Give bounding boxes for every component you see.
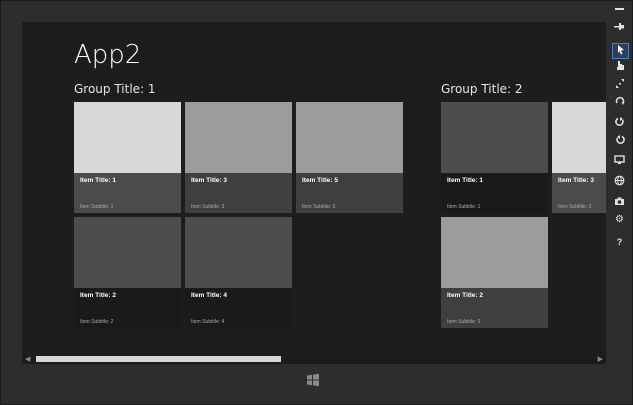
item-title: Item Title: 5 [302, 177, 339, 184]
help-icon[interactable]: ? [612, 235, 627, 249]
item-subtitle: Item Subtitle: 1 [447, 204, 481, 210]
windows-start-button[interactable] [306, 373, 320, 387]
globe-icon[interactable] [612, 175, 627, 189]
item-tile-g2-3[interactable]: Item Title: 3 Item Subtitle: 3 [552, 102, 606, 213]
item-image [185, 102, 292, 173]
pinch-icon[interactable] [612, 78, 627, 92]
item-title: Item Title: 3 [558, 177, 595, 184]
item-image [441, 217, 548, 288]
item-image [441, 102, 548, 173]
horizontal-scrollbar[interactable]: ◀ ▶ [22, 355, 606, 364]
item-title: Item Title: 4 [191, 292, 228, 299]
item-title: Item Title: 2 [80, 292, 117, 299]
item-tile-g2-1[interactable]: Item Title: 1 Item Subtitle: 1 [441, 102, 548, 213]
item-tile-g1-3[interactable]: Item Title: 3 Item Subtitle: 3 [185, 102, 292, 213]
touch-icon[interactable] [612, 60, 627, 74]
item-image [74, 102, 181, 173]
item-subtitle: Item Subtitle: 2 [80, 319, 114, 325]
item-image [552, 102, 606, 173]
item-caption: Item Title: 1 Item Subtitle: 1 [441, 173, 548, 213]
scroll-right-icon[interactable]: ▶ [598, 355, 603, 364]
app-screen: App2 Group Title: 1 Group Title: 2 Item … [22, 22, 606, 355]
item-image [74, 217, 181, 288]
item-title: Item Title: 1 [80, 177, 117, 184]
item-caption: Item Title: 4 Item Subtitle: 4 [185, 288, 292, 328]
group-title-2[interactable]: Group Title: 2 [441, 82, 523, 96]
item-tile-g1-4[interactable]: Item Title: 4 Item Subtitle: 4 [185, 217, 292, 328]
rotate-cw-icon[interactable] [612, 116, 627, 130]
item-subtitle: Item Subtitle: 2 [447, 319, 481, 325]
item-subtitle: Item Subtitle: 5 [302, 204, 336, 210]
item-tile-g1-1[interactable]: Item Title: 1 Item Subtitle: 1 [74, 102, 181, 213]
pin-icon[interactable] [612, 22, 627, 36]
rotate-ccw-icon[interactable] [612, 134, 627, 148]
resolution-icon[interactable] [612, 155, 627, 169]
rotate-touch-icon[interactable] [612, 96, 627, 110]
camera-icon[interactable] [612, 196, 627, 210]
windows-logo-icon [307, 373, 319, 387]
item-caption: Item Title: 5 Item Subtitle: 5 [296, 173, 403, 213]
scroll-left-icon[interactable]: ◀ [25, 355, 30, 364]
scrollbar-thumb[interactable] [36, 356, 281, 362]
item-tile-g2-2[interactable]: Item Title: 2 Item Subtitle: 2 [441, 217, 548, 328]
group-title-1[interactable]: Group Title: 1 [74, 82, 156, 96]
minimize-icon[interactable] [612, 4, 627, 18]
item-subtitle: Item Subtitle: 3 [558, 204, 592, 210]
item-caption: Item Title: 2 Item Subtitle: 2 [441, 288, 548, 328]
item-tile-g1-5[interactable]: Item Title: 5 Item Subtitle: 5 [296, 102, 403, 213]
item-caption: Item Title: 2 Item Subtitle: 2 [74, 288, 181, 328]
item-tile-g1-2[interactable]: Item Title: 2 Item Subtitle: 2 [74, 217, 181, 328]
item-title: Item Title: 2 [447, 292, 484, 299]
item-image [185, 217, 292, 288]
item-subtitle: Item Subtitle: 3 [191, 204, 225, 210]
item-title: Item Title: 1 [447, 177, 484, 184]
pointer-icon[interactable] [612, 43, 629, 59]
item-caption: Item Title: 3 Item Subtitle: 3 [552, 173, 606, 213]
page-title: App2 [74, 40, 142, 70]
item-caption: Item Title: 3 Item Subtitle: 3 [185, 173, 292, 213]
simulator-toolbar: ⚙ ? [609, 0, 633, 260]
item-subtitle: Item Subtitle: 1 [80, 204, 114, 210]
item-title: Item Title: 3 [191, 177, 228, 184]
item-subtitle: Item Subtitle: 4 [191, 319, 225, 325]
item-caption: Item Title: 1 Item Subtitle: 1 [74, 173, 181, 213]
item-image [296, 102, 403, 173]
settings-icon[interactable]: ⚙ [612, 213, 627, 227]
